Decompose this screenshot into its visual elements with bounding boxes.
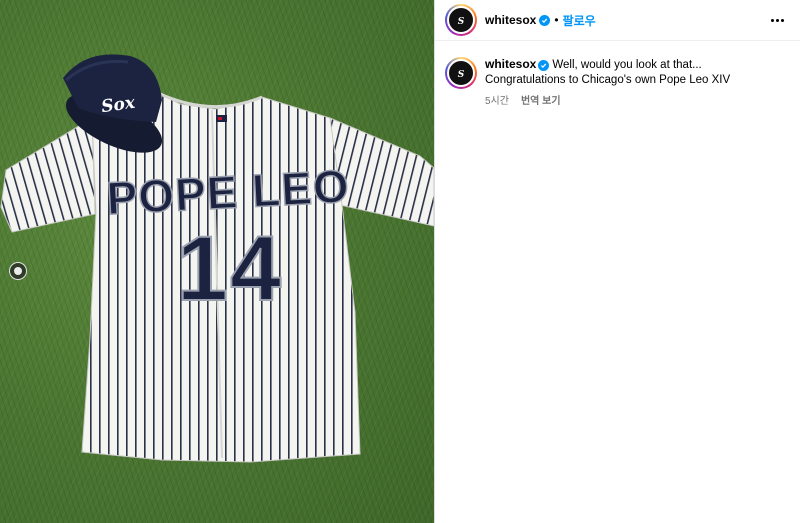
verified-badge-icon <box>538 60 550 71</box>
caption-row: S whitesox Well, would you look at that..… <box>435 41 800 109</box>
svg-text:S: S <box>458 70 465 80</box>
sox-logo-icon: S <box>447 59 475 87</box>
post-side-panel: S whitesox • 팔로우 S whitesox Well, would y… <box>435 0 800 523</box>
profile-avatar[interactable]: S <box>445 4 477 36</box>
header-username[interactable]: whitesox <box>485 13 536 27</box>
caption-username[interactable]: whitesox <box>485 57 536 71</box>
follow-button[interactable]: 팔로우 <box>563 12 596 29</box>
caption-meta: 5시간 번역 보기 <box>485 94 785 109</box>
verified-badge-icon <box>539 14 551 26</box>
svg-text:S: S <box>458 17 465 27</box>
caption-avatar[interactable]: S <box>445 57 477 89</box>
jersey-illustration: POPE LEO 14 Sox <box>0 54 434 463</box>
post-header: S whitesox • 팔로우 <box>435 0 800 41</box>
jersey-number-text: 14 <box>177 218 283 320</box>
post-image[interactable]: POPE LEO 14 Sox <box>0 0 434 523</box>
translate-button[interactable]: 번역 보기 <box>521 94 561 109</box>
sox-logo-icon: S <box>447 6 475 34</box>
caption-body: whitesox Well, would you look at that... … <box>485 57 785 109</box>
carousel-dot-icon[interactable] <box>9 262 27 280</box>
more-options-icon[interactable] <box>766 12 788 28</box>
separator-dot: • <box>554 13 559 27</box>
post-timestamp[interactable]: 5시간 <box>485 94 509 109</box>
